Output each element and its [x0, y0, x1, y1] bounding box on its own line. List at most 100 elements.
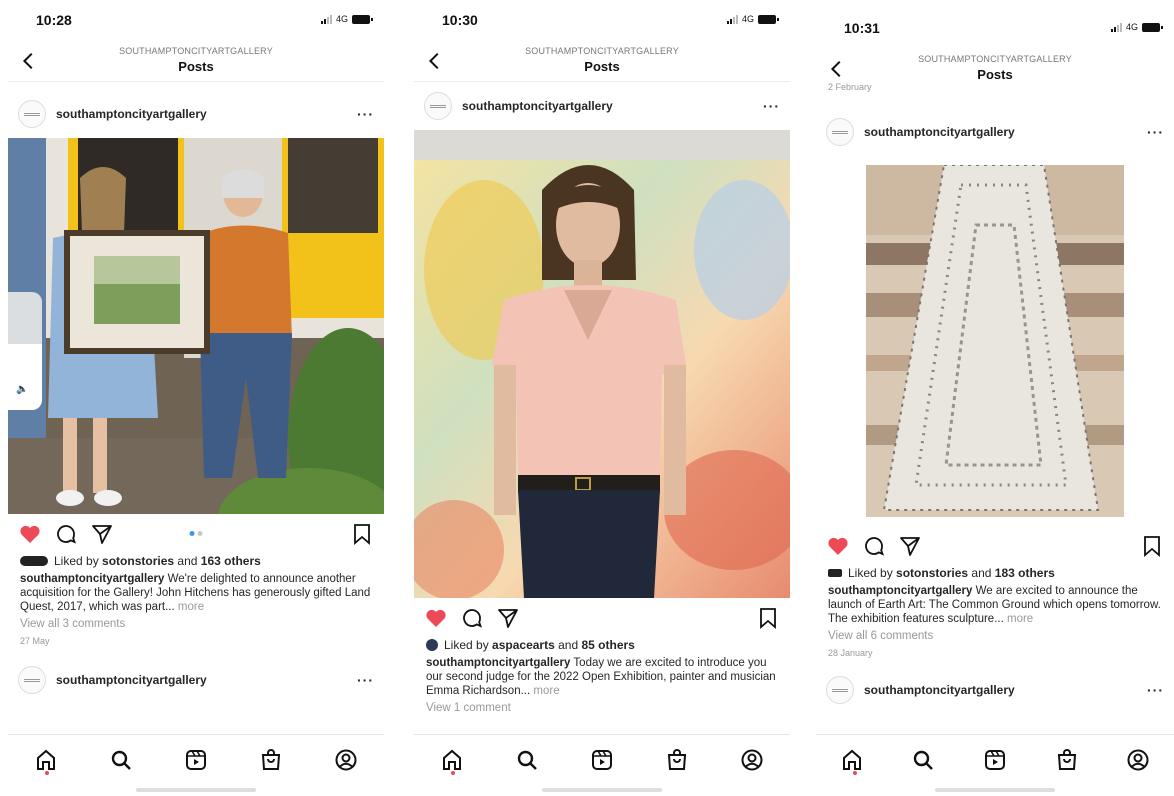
signal-icon: [1110, 22, 1122, 32]
reels-icon[interactable]: [590, 748, 614, 772]
page-title: Posts: [584, 59, 620, 74]
likes-prefix: Liked by: [848, 566, 893, 580]
bottom-tab-bar: [414, 734, 790, 796]
likes-others[interactable]: 183 others: [995, 566, 1055, 580]
search-icon[interactable]: [515, 748, 539, 772]
volume-overlay[interactable]: 🔈: [8, 292, 42, 410]
home-icon[interactable]: [34, 748, 58, 772]
post-username[interactable]: southamptoncityartgallery: [462, 99, 756, 113]
phone-screen-2: 10:30 4G SOUTHAMPTONCITYARTGALLERY Posts…: [414, 0, 790, 796]
reels-icon[interactable]: [184, 748, 208, 772]
shop-icon[interactable]: [1055, 748, 1079, 772]
more-link[interactable]: more: [533, 685, 559, 697]
page-title: Posts: [977, 67, 1013, 82]
more-horizontal-icon[interactable]: ···: [1140, 682, 1164, 698]
post: southamptoncityartgallery ···: [414, 82, 790, 714]
likes-and: and: [971, 566, 992, 580]
comment-icon[interactable]: [862, 534, 886, 558]
status-indicators: 4G: [320, 14, 373, 24]
post-username[interactable]: southamptoncityartgallery: [864, 125, 1140, 139]
likes-others[interactable]: 163 others: [201, 554, 261, 568]
bookmark-icon[interactable]: [350, 522, 374, 546]
more-horizontal-icon[interactable]: ···: [1140, 124, 1164, 140]
status-time: 10:28: [36, 12, 72, 28]
bookmark-icon[interactable]: [1140, 534, 1164, 558]
liked-by-user[interactable]: sotonstories: [896, 566, 968, 580]
volume-icon: 🔈: [16, 384, 29, 395]
more-horizontal-icon[interactable]: ···: [350, 106, 374, 122]
search-icon[interactable]: [109, 748, 133, 772]
post-actions: [414, 598, 790, 638]
post-username[interactable]: southamptoncityartgallery: [56, 107, 350, 121]
heart-icon[interactable]: [424, 606, 448, 630]
comment-icon[interactable]: [460, 606, 484, 630]
account-handle: SOUTHAMPTONCITYARTGALLERY: [918, 54, 1072, 64]
send-icon[interactable]: [898, 534, 922, 558]
bookmark-icon[interactable]: [756, 606, 780, 630]
post-username[interactable]: southamptoncityartgallery: [56, 673, 350, 687]
send-icon[interactable]: [90, 522, 114, 546]
post-image[interactable]: 🔈: [8, 138, 384, 514]
more-link[interactable]: more: [1007, 613, 1033, 625]
reels-icon[interactable]: [983, 748, 1007, 772]
activity-dot: [45, 771, 49, 775]
more-horizontal-icon[interactable]: ···: [350, 672, 374, 688]
status-indicators: 4G: [1110, 22, 1163, 32]
shop-icon[interactable]: [665, 748, 689, 772]
status-indicators: 4G: [726, 14, 779, 24]
heart-icon[interactable]: [18, 522, 42, 546]
profile-icon[interactable]: [1126, 748, 1150, 772]
next-post-header: southamptoncityartgallery ···: [816, 666, 1174, 714]
heart-icon[interactable]: [826, 534, 850, 558]
shop-icon[interactable]: [259, 748, 283, 772]
post-image[interactable]: [816, 156, 1174, 526]
search-icon[interactable]: [911, 748, 935, 772]
likes-others[interactable]: 85 others: [581, 638, 634, 652]
home-indicator: [935, 788, 1055, 792]
liked-by-user[interactable]: aspacearts: [492, 638, 555, 652]
bottom-tab-bar: [816, 734, 1174, 796]
home-icon[interactable]: [440, 748, 464, 772]
phone-screen-1: 10:28 4G SOUTHAMPTONCITYARTGALLERY Posts…: [8, 0, 384, 796]
likes-line: Liked by sotonstories and 163 others: [8, 554, 384, 568]
view-comments-link[interactable]: View all 3 comments: [8, 614, 384, 630]
view-comments-link[interactable]: View all 6 comments: [816, 626, 1174, 642]
more-horizontal-icon[interactable]: ···: [756, 98, 780, 114]
avatar[interactable]: [826, 118, 854, 146]
send-icon[interactable]: [496, 606, 520, 630]
caption-username[interactable]: southamptoncityartgallery: [426, 657, 570, 669]
home-icon[interactable]: [840, 748, 864, 772]
avatar[interactable]: [18, 666, 46, 694]
avatar[interactable]: [826, 676, 854, 704]
liker-avatars: [828, 569, 842, 577]
likes-prefix: Liked by: [54, 554, 99, 568]
likes-line: Liked by aspacearts and 85 others: [414, 638, 790, 652]
likes-line: Liked by sotonstories and 183 others: [816, 566, 1174, 580]
status-bar: 10:31 4G: [816, 8, 1174, 48]
likes-prefix: Liked by: [444, 638, 489, 652]
liker-avatars: [20, 556, 48, 566]
post: southamptoncityartgallery ···: [816, 108, 1174, 714]
profile-icon[interactable]: [740, 748, 764, 772]
home-indicator: [136, 788, 256, 792]
liked-by-user[interactable]: sotonstories: [102, 554, 174, 568]
caption-username[interactable]: southamptoncityartgallery: [828, 585, 972, 597]
more-link[interactable]: more: [178, 601, 204, 613]
post-image[interactable]: [414, 130, 790, 598]
comment-icon[interactable]: [54, 522, 78, 546]
signal-icon: [726, 14, 738, 24]
activity-dot: [451, 771, 455, 775]
previous-post-date: 2 February: [828, 82, 872, 92]
caption-username[interactable]: southamptoncityartgallery: [20, 573, 164, 585]
post-caption: southamptoncityartgallery We're delighte…: [8, 568, 384, 614]
profile-icon[interactable]: [334, 748, 358, 772]
view-comments-link[interactable]: View 1 comment: [414, 698, 790, 714]
home-indicator: [542, 788, 662, 792]
avatar[interactable]: [18, 100, 46, 128]
network-label: 4G: [335, 14, 348, 24]
battery-icon: [758, 14, 779, 24]
signal-icon: [320, 14, 332, 24]
avatar[interactable]: [424, 92, 452, 120]
carousel-indicator: [189, 531, 203, 536]
post-username[interactable]: southamptoncityartgallery: [864, 683, 1140, 697]
